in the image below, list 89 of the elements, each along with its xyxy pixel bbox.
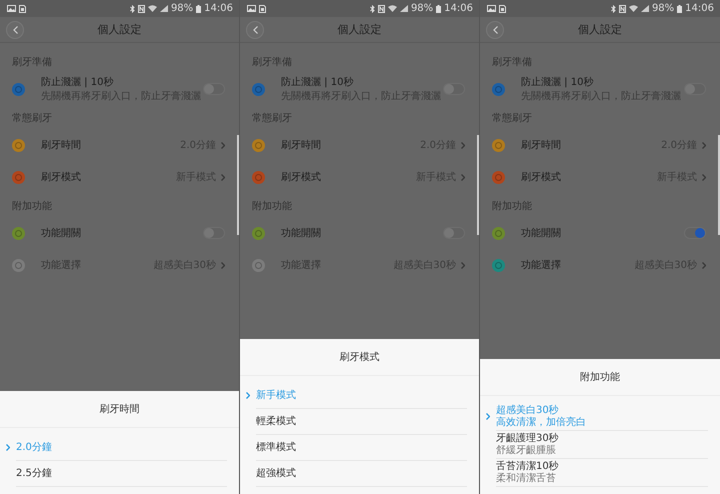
sim-card-icon: [19, 4, 26, 12]
wifi-icon: [388, 5, 397, 12]
chevron-right-icon: [221, 262, 225, 268]
option-description: 高效清潔，加倍亮白: [496, 417, 587, 428]
option-label: 2.0分鐘: [16, 440, 53, 454]
chevron-right-icon: [221, 174, 225, 180]
option-label: 舌苔清潔10秒: [496, 460, 560, 472]
settings-row[interactable]: 功能開關: [0, 217, 239, 249]
clock-time: 14:06: [685, 3, 714, 14]
option-item[interactable]: 新手模式: [240, 382, 467, 408]
chevron-right-icon: [461, 142, 465, 148]
nfc-icon: [618, 4, 626, 12]
chevron-right-icon: [702, 142, 706, 148]
option-label: 標準模式: [256, 440, 297, 454]
setting-label: 功能開關: [41, 226, 82, 240]
back-button[interactable]: [486, 20, 504, 38]
screen-title: 個人設定: [577, 22, 623, 37]
chevron-right-icon: [246, 392, 250, 398]
option-item[interactable]: 超強模式: [240, 460, 467, 486]
option-item[interactable]: 標準模式: [240, 434, 467, 460]
option-label: 2.5分鐘: [16, 466, 53, 480]
clock-time: 14:06: [204, 3, 233, 14]
signal-icon: [640, 5, 649, 12]
image-icon: [247, 5, 256, 12]
option-item[interactable]: 2.5分鐘: [0, 460, 227, 486]
battery-percentage: 98%: [410, 3, 434, 14]
signal-icon: [400, 5, 408, 12]
option-description: 舒緩牙齦腫脹: [496, 445, 557, 456]
bluetooth-icon: [130, 4, 135, 12]
setting-label: 刷牙時間: [41, 138, 82, 152]
chevron-right-icon: [486, 412, 490, 420]
sheet-title: 刷牙時間: [0, 391, 239, 428]
back-icon: [492, 26, 498, 34]
option-item[interactable]: 2.0分鐘: [0, 434, 227, 460]
back-icon: [12, 26, 18, 34]
back-button[interactable]: [246, 20, 264, 38]
bluetooth-icon: [370, 4, 375, 12]
sheet-title: 附加功能: [480, 359, 720, 396]
setting-label: 刷牙模式: [41, 170, 82, 184]
wifi-icon: [628, 5, 638, 12]
back-icon: [252, 26, 258, 34]
wifi-icon: [148, 5, 157, 12]
battery-percentage: 98%: [652, 3, 674, 14]
setting-label: 防止濺灑 | 10秒: [521, 76, 594, 89]
battery-icon: [677, 4, 682, 12]
sim-card-icon: [259, 4, 266, 12]
clock-time: 14:06: [444, 3, 473, 14]
setting-label: 刷牙模式: [521, 170, 562, 184]
setting-label: 刷牙模式: [281, 170, 322, 184]
option-label: 超感美白30秒: [496, 404, 560, 416]
nfc-icon: [138, 4, 145, 12]
option-description: 柔和清潔舌苔: [496, 473, 557, 484]
battery-icon: [436, 4, 442, 12]
setting-label: 功能開關: [521, 226, 562, 240]
chevron-right-icon: [461, 262, 465, 268]
setting-label: 功能選擇: [521, 258, 562, 272]
setting-label: 防止濺灑 | 10秒: [281, 76, 354, 89]
sheet-title: 刷牙模式: [240, 339, 479, 376]
option-item[interactable]: 牙齦護理30秒 舒緩牙齦腫脹: [480, 430, 708, 458]
setting-label: 防止濺灑 | 10秒: [41, 76, 114, 89]
option-item[interactable]: 超感美白30秒 高效清潔，加倍亮白: [480, 402, 708, 430]
chevron-right-icon: [6, 444, 10, 450]
option-item[interactable]: 輕柔模式: [240, 408, 467, 434]
nfc-icon: [378, 4, 385, 12]
battery-percentage: 98%: [170, 3, 194, 14]
screen-title: 個人設定: [336, 22, 382, 37]
setting-label: 功能開關: [281, 226, 322, 240]
chevron-right-icon: [221, 142, 225, 148]
back-button[interactable]: [6, 20, 24, 38]
image-icon: [487, 5, 496, 12]
battery-icon: [196, 4, 202, 12]
settings-row[interactable]: 功能開關: [240, 217, 479, 249]
signal-icon: [160, 5, 168, 12]
toggle-switch[interactable]: [684, 227, 706, 239]
image-icon: [7, 5, 16, 12]
chevron-right-icon: [702, 262, 706, 268]
option-label: 牙齦護理30秒: [496, 432, 560, 445]
chevron-right-icon: [461, 174, 465, 180]
screen-title: 個人設定: [96, 22, 142, 37]
sim-card-icon: [499, 4, 506, 12]
option-label: 輕柔模式: [256, 414, 297, 428]
option-label: 超強模式: [256, 466, 297, 480]
chevron-right-icon: [702, 174, 706, 180]
setting-label: 刷牙時間: [281, 138, 322, 152]
setting-label: 刷牙時間: [521, 138, 562, 152]
settings-row[interactable]: 功能開關: [480, 217, 720, 249]
option-item[interactable]: 舌苔清潔10秒 柔和清潔舌苔: [480, 458, 708, 486]
option-label: 新手模式: [256, 388, 297, 402]
bluetooth-icon: [610, 4, 616, 12]
